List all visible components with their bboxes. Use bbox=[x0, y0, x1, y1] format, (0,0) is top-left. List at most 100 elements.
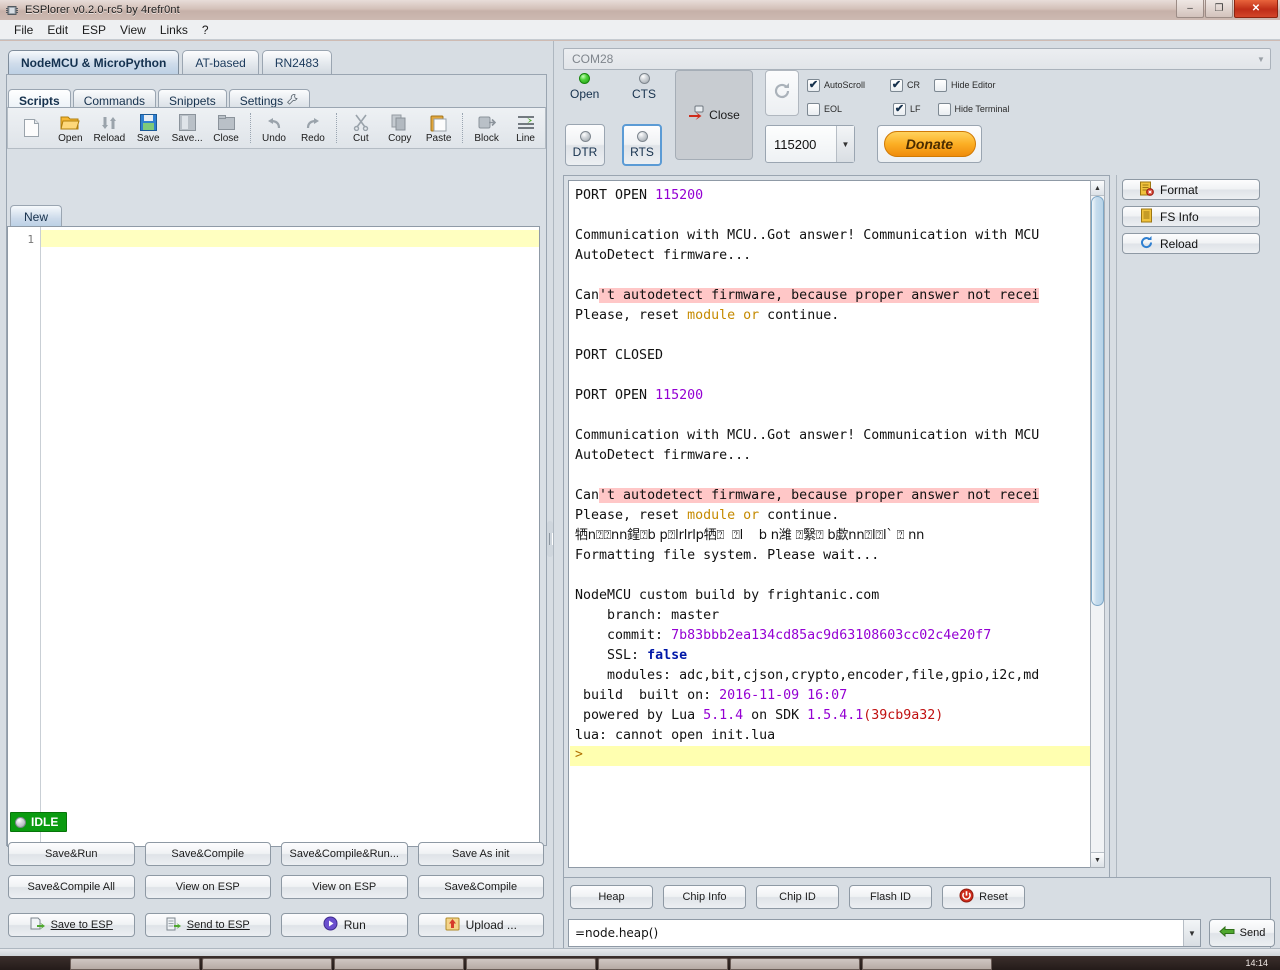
send-to-esp-button[interactable]: Send to ESP bbox=[144, 913, 271, 937]
hide-terminal-checkbox[interactable] bbox=[937, 102, 951, 116]
menu-esp[interactable]: ESP bbox=[76, 21, 112, 39]
taskbar-item[interactable] bbox=[70, 958, 200, 970]
baud-chevron-down-icon[interactable]: ▼ bbox=[836, 126, 854, 162]
flash-id-button[interactable]: Flash ID bbox=[849, 885, 932, 909]
command-input[interactable]: =node.heap() ▼ bbox=[568, 919, 1201, 947]
copy-icon bbox=[391, 112, 408, 133]
close-button[interactable]: ✕ bbox=[1234, 0, 1278, 18]
code-editor[interactable]: 1 bbox=[7, 226, 540, 847]
toolbar-reload[interactable]: Reload bbox=[90, 108, 129, 148]
cr-checkbox[interactable]: ✔ bbox=[890, 78, 904, 92]
menu-file[interactable]: File bbox=[8, 21, 39, 39]
toolbar-cut[interactable]: Cut bbox=[341, 108, 380, 148]
toolbar-line[interactable]: Line bbox=[506, 108, 545, 148]
toolbar-redo[interactable]: Redo bbox=[293, 108, 332, 148]
command-history-chevron-down-icon[interactable]: ▼ bbox=[1183, 920, 1200, 946]
toolbar-reload-label: Reload bbox=[93, 133, 126, 144]
eol-row: EOL ✔ LF Hide Terminal bbox=[807, 97, 1009, 121]
vertical-scrollbar-thumb[interactable] bbox=[1091, 196, 1104, 606]
format-icon bbox=[1139, 181, 1154, 199]
autoscroll-checkbox[interactable]: ✔ bbox=[807, 78, 820, 92]
command-input-value: =node.heap() bbox=[575, 926, 659, 940]
save-compile-button-2[interactable]: Save&Compile bbox=[417, 875, 544, 899]
menu-view[interactable]: View bbox=[114, 21, 152, 39]
upload-button[interactable]: Upload ... bbox=[417, 913, 544, 937]
taskbar-item[interactable] bbox=[862, 958, 992, 970]
reset-button[interactable]: Reset bbox=[942, 885, 1025, 909]
view-on-esp-button-2[interactable]: View on ESP bbox=[281, 875, 408, 899]
toolbar-block[interactable]: Block bbox=[467, 108, 506, 148]
view-on-esp-button-1[interactable]: View on ESP bbox=[144, 875, 271, 899]
chip-info-button[interactable]: Chip Info bbox=[663, 885, 746, 909]
terminal-vertical-scrollbar[interactable]: ▲ ▼ bbox=[1090, 180, 1105, 868]
taskbar-item[interactable] bbox=[730, 958, 860, 970]
toolbar-open[interactable]: Open bbox=[51, 108, 90, 148]
com-port-select[interactable]: COM28 ▼ bbox=[563, 48, 1271, 70]
toolbar-redo-label: Redo bbox=[300, 133, 325, 144]
save-compile-all-button[interactable]: Save&Compile All bbox=[8, 875, 135, 899]
toolbar-new[interactable] bbox=[12, 108, 51, 148]
toolbar-line-label: Line bbox=[516, 133, 535, 144]
dtr-toggle-button[interactable]: DTR bbox=[565, 124, 605, 166]
toolbar-save-as[interactable]: Save... bbox=[168, 108, 207, 148]
eol-checkbox[interactable] bbox=[807, 102, 820, 116]
chip-id-button[interactable]: Chip ID bbox=[756, 885, 839, 909]
scroll-up-button[interactable]: ▲ bbox=[1091, 181, 1104, 196]
paste-icon bbox=[430, 112, 447, 133]
terminal-output[interactable]: PORT OPEN 115200 Communication with MCU.… bbox=[568, 180, 1105, 868]
toolbar-close[interactable]: Close bbox=[207, 108, 246, 148]
scroll-down-button[interactable]: ▼ bbox=[1091, 852, 1104, 867]
toolbar-paste[interactable]: Paste bbox=[419, 108, 458, 148]
toolbar-undo[interactable]: Undo bbox=[255, 108, 294, 148]
save-and-compile-button[interactable]: Save&Compile bbox=[144, 842, 271, 866]
save-and-run-button[interactable]: Save&Run bbox=[8, 842, 135, 866]
chevron-down-icon[interactable]: ▼ bbox=[1252, 49, 1270, 69]
taskbar-item[interactable] bbox=[466, 958, 596, 970]
toolbar-save[interactable]: Save bbox=[129, 108, 168, 148]
menu-edit[interactable]: Edit bbox=[41, 21, 74, 39]
fs-info-button[interactable]: FS Info bbox=[1122, 206, 1260, 227]
sub-tab-scripts-label: Scripts bbox=[19, 93, 60, 108]
save-compile-run-button[interactable]: Save&Compile&Run... bbox=[281, 842, 408, 866]
heap-button[interactable]: Heap bbox=[570, 885, 653, 909]
format-button[interactable]: Format bbox=[1122, 179, 1260, 200]
board-tab-rn2483[interactable]: RN2483 bbox=[261, 50, 332, 74]
hide-editor-checkbox[interactable] bbox=[934, 78, 948, 92]
maximize-button[interactable]: ❐ bbox=[1205, 0, 1233, 18]
file-buttons: Format FS Info Reload bbox=[1122, 179, 1272, 260]
code-area[interactable] bbox=[41, 227, 539, 846]
serial-options: ✔ AutoScroll ✔ CR Hide Editor EOL ✔ LF H… bbox=[807, 73, 1009, 121]
save-floppy-icon bbox=[139, 112, 157, 133]
board-tab-nodemcu[interactable]: NodeMCU & MicroPython bbox=[8, 50, 180, 74]
block-icon bbox=[478, 112, 496, 133]
lf-checkbox[interactable]: ✔ bbox=[893, 102, 907, 116]
baud-rate-select[interactable]: 115200 ▼ bbox=[765, 125, 855, 163]
toolbar-copy[interactable]: Copy bbox=[380, 108, 419, 148]
save-to-esp-button[interactable]: Save to ESP bbox=[8, 913, 135, 937]
terminal-line: PORT OPEN 115200 bbox=[575, 188, 704, 203]
editor-tab-new[interactable]: New bbox=[10, 205, 63, 227]
run-button[interactable]: Run bbox=[281, 913, 408, 937]
application-window: ESPlorer v0.2.0-rc5 by 4refr0nt – ❐ ✕ Fi… bbox=[0, 0, 1280, 970]
save-as-init-button[interactable]: Save As init bbox=[417, 842, 544, 866]
taskbar-item[interactable] bbox=[598, 958, 728, 970]
taskbar-item[interactable] bbox=[202, 958, 332, 970]
rts-led bbox=[636, 131, 648, 142]
minimize-button[interactable]: – bbox=[1176, 0, 1204, 18]
send-to-esp-icon bbox=[166, 917, 181, 934]
taskbar-item[interactable] bbox=[334, 958, 464, 970]
action-row-1: Save&Run Save&Compile Save&Compile&Run..… bbox=[8, 842, 544, 866]
menu-links[interactable]: Links bbox=[154, 21, 194, 39]
donate-button[interactable]: Donate bbox=[877, 125, 982, 163]
send-button[interactable]: Send bbox=[1209, 919, 1275, 947]
rts-toggle-button[interactable]: RTS bbox=[622, 124, 662, 166]
close-port-button[interactable]: Close bbox=[675, 70, 753, 160]
menu-help[interactable]: ? bbox=[196, 21, 215, 39]
format-label: Format bbox=[1160, 182, 1199, 197]
board-tab-at-based[interactable]: AT-based bbox=[182, 50, 259, 74]
reload-icon bbox=[100, 112, 118, 133]
refresh-ports-button[interactable] bbox=[765, 70, 799, 116]
reload-fs-button[interactable]: Reload bbox=[1122, 233, 1260, 254]
terminal-line: 牺n⍰⍰nn鍟⍰b p⍰lrlrlp牺⍰ ⍰l b n潍 ⍰繄⍰ b歔nn⍰l⍰… bbox=[575, 528, 925, 543]
toolbar-paste-label: Paste bbox=[425, 133, 452, 144]
